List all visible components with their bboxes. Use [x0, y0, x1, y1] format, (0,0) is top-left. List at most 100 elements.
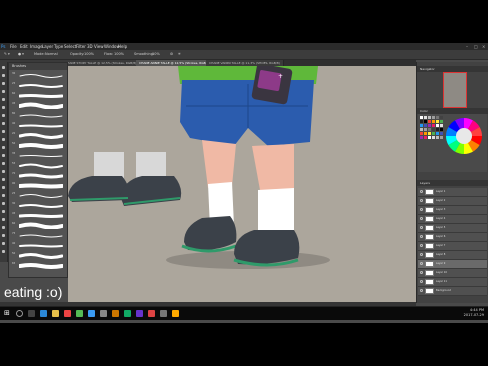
app-icon-2[interactable]	[76, 310, 83, 317]
brush-preset[interactable]: 60	[12, 222, 64, 229]
color-swatch[interactable]	[436, 128, 439, 131]
layer-row[interactable]: Layer 7	[418, 242, 487, 251]
brush-preset[interactable]: 70	[12, 172, 64, 179]
layer-row[interactable]: Background	[418, 287, 487, 296]
brush-preset[interactable]: 20	[12, 132, 64, 139]
close-icon[interactable]: ×	[482, 43, 485, 50]
brush-preset[interactable]: 40	[12, 242, 64, 249]
brush-preset[interactable]: 30	[12, 202, 64, 209]
color-swatch[interactable]	[440, 124, 443, 127]
tool-icon[interactable]	[1, 209, 6, 214]
tool-icon[interactable]	[1, 193, 6, 198]
menu-view[interactable]: View	[94, 43, 104, 50]
color-swatch[interactable]	[432, 128, 435, 131]
eye-icon[interactable]	[420, 280, 423, 283]
color-swatch[interactable]	[420, 116, 423, 119]
tool-icon[interactable]	[1, 65, 6, 70]
eye-icon[interactable]	[420, 190, 423, 193]
smoothing-value[interactable]: 10%	[152, 50, 160, 59]
symmetry-icon[interactable]: ✳	[178, 50, 181, 59]
tool-icon[interactable]	[1, 185, 6, 190]
app-icon-3[interactable]	[100, 310, 107, 317]
color-swatch[interactable]	[432, 124, 435, 127]
color-swatch[interactable]	[432, 120, 435, 123]
menu-help[interactable]: Help	[118, 43, 127, 50]
color-swatch[interactable]	[436, 136, 439, 139]
color-swatch[interactable]	[424, 124, 427, 127]
eye-icon[interactable]	[420, 271, 423, 274]
color-swatch[interactable]	[420, 132, 423, 135]
brush-preset[interactable]: 50	[12, 142, 64, 149]
color-swatch[interactable]	[428, 124, 431, 127]
brush-preset-picker[interactable]: ● ▾	[18, 50, 24, 59]
brush-preset[interactable]: 90	[12, 182, 64, 189]
tool-icon[interactable]	[1, 81, 6, 86]
tool-icon[interactable]	[1, 73, 6, 78]
color-swatch[interactable]	[436, 116, 439, 119]
brush-preset[interactable]: 30	[12, 72, 64, 79]
layer-row[interactable]: Layer 9	[418, 260, 487, 269]
brush-preset[interactable]: 60	[12, 92, 64, 99]
menu-select[interactable]: Select	[64, 43, 76, 50]
tool-icon[interactable]	[1, 153, 6, 158]
color-swatch[interactable]	[436, 132, 439, 135]
tool-icon[interactable]	[1, 217, 6, 222]
tool-icon[interactable]	[1, 105, 6, 110]
task-view-icon[interactable]	[28, 310, 35, 317]
brush-preset[interactable]: 35	[12, 152, 64, 159]
color-swatch[interactable]	[420, 124, 423, 127]
brush-preset[interactable]: 55	[12, 162, 64, 169]
color-swatch[interactable]	[424, 136, 427, 139]
color-swatch[interactable]	[428, 120, 431, 123]
layer-row[interactable]: Layer 11	[418, 278, 487, 287]
menu-3d[interactable]: 3D	[87, 43, 93, 50]
tool-icon[interactable]	[1, 97, 6, 102]
brush-preset[interactable]: 45	[12, 102, 64, 109]
color-swatch[interactable]	[424, 128, 427, 131]
color-swatch[interactable]	[440, 120, 443, 123]
menu-edit[interactable]: Edit	[20, 43, 28, 50]
tool-icon[interactable]	[1, 225, 6, 230]
color-swatch[interactable]	[432, 132, 435, 135]
menu-image[interactable]: Image	[30, 43, 43, 50]
layer-row[interactable]: Layer 1	[418, 188, 487, 197]
windows-start-icon[interactable]: ⊞	[4, 310, 11, 317]
eye-icon[interactable]	[420, 289, 423, 292]
eye-icon[interactable]	[420, 217, 423, 220]
mode-select[interactable]: Normal	[45, 50, 58, 59]
color-swatch[interactable]	[428, 132, 431, 135]
color-wheel-center[interactable]	[456, 128, 472, 144]
color-swatch[interactable]	[428, 136, 431, 139]
tool-icon[interactable]	[1, 249, 6, 254]
color-swatch[interactable]	[420, 136, 423, 139]
color-swatch[interactable]	[420, 128, 423, 131]
color-swatch[interactable]	[440, 128, 443, 131]
settings-gear-icon[interactable]: ⚙	[170, 50, 173, 59]
menu-type[interactable]: Type	[54, 43, 63, 50]
ps-logo[interactable]: Ps	[1, 43, 5, 50]
system-clock[interactable]: 4:44 PM 2017-07-29	[464, 308, 484, 318]
tool-icon[interactable]	[1, 233, 6, 238]
app-icon-5[interactable]	[124, 310, 131, 317]
search-icon[interactable]	[16, 310, 23, 317]
drawing-canvas[interactable]: +	[68, 66, 416, 302]
color-swatch[interactable]	[424, 116, 427, 119]
eye-icon[interactable]	[420, 262, 423, 265]
eye-icon[interactable]	[420, 235, 423, 238]
color-swatch[interactable]	[428, 116, 431, 119]
menu-filter[interactable]: Filter	[76, 43, 86, 50]
color-swatch[interactable]	[436, 124, 439, 127]
brush-preset[interactable]: 25	[12, 192, 64, 199]
app-icon-4[interactable]	[112, 310, 119, 317]
maximize-icon[interactable]: □	[474, 43, 478, 50]
tool-icon[interactable]	[1, 177, 6, 182]
tool-icon[interactable]	[1, 161, 6, 166]
color-swatch[interactable]	[440, 132, 443, 135]
flow-value[interactable]: 100%	[114, 50, 124, 59]
opacity-value[interactable]: 100%	[84, 50, 94, 59]
tool-icon[interactable]	[1, 129, 6, 134]
menu-file[interactable]: File	[10, 43, 17, 50]
layer-row[interactable]: Layer 2	[418, 197, 487, 206]
brush-preset[interactable]: 40	[12, 122, 64, 129]
color-swatch[interactable]	[420, 120, 423, 123]
